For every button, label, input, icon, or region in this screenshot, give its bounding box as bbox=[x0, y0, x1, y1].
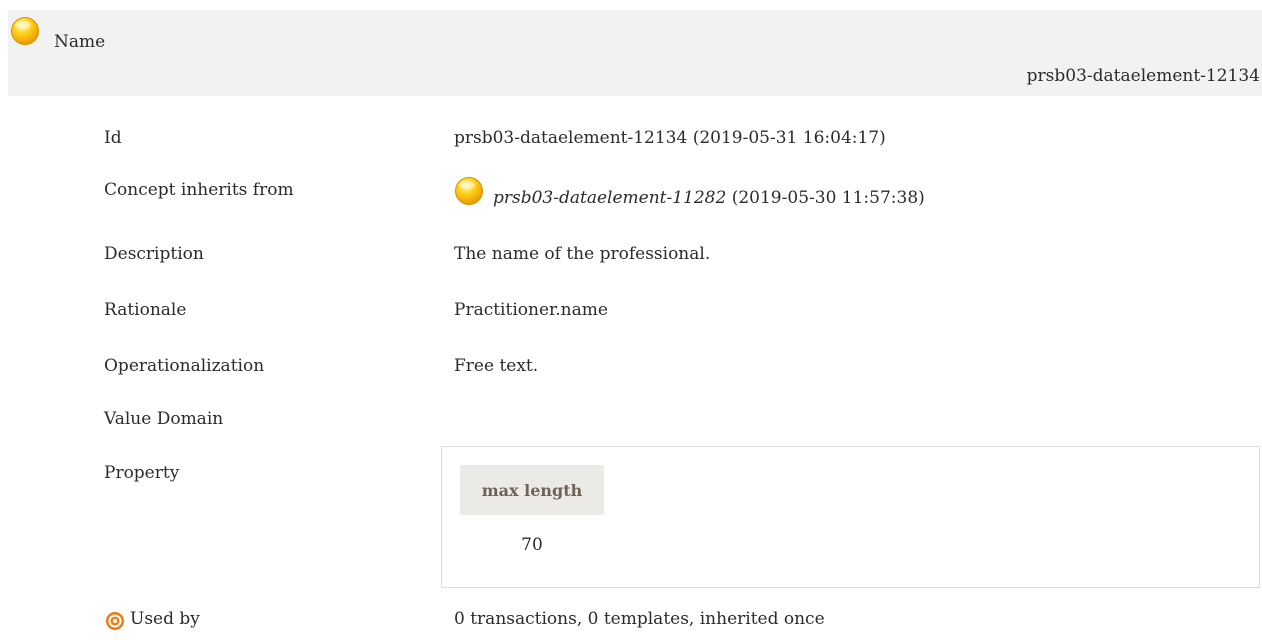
inherits-value: prsb03-dataelement-11282 (2019-05-30 11:… bbox=[493, 188, 925, 208]
id-label: Id bbox=[104, 128, 122, 148]
inherits-date: (2019-05-30 11:57:38) bbox=[726, 188, 925, 208]
target-icon bbox=[106, 612, 124, 630]
rationale-label: Rationale bbox=[104, 300, 187, 320]
property-value-max-length: 70 bbox=[521, 535, 543, 555]
inherits-link[interactable]: prsb03-dataelement-11282 bbox=[493, 188, 726, 208]
property-label: Property bbox=[104, 463, 180, 483]
value-domain-label: Value Domain bbox=[104, 409, 224, 429]
yellow-circle-icon bbox=[455, 177, 483, 205]
property-table: max length 70 bbox=[441, 446, 1260, 588]
rationale-value: Practitioner.name bbox=[454, 300, 608, 320]
id-value: prsb03-dataelement-12134 (2019-05-31 16:… bbox=[454, 128, 886, 148]
used-by-label: Used by bbox=[130, 609, 200, 629]
concept-header: Name prsb03-dataelement-12134 bbox=[8, 10, 1262, 96]
inherits-label: Concept inherits from bbox=[104, 180, 294, 200]
operationalization-label: Operationalization bbox=[104, 356, 265, 376]
operationalization-value: Free text. bbox=[454, 356, 539, 376]
property-header-max-length: max length bbox=[460, 465, 604, 515]
used-by-value: 0 transactions, 0 templates, inherited o… bbox=[454, 609, 825, 629]
concept-name: Name bbox=[54, 32, 106, 52]
yellow-circle-icon bbox=[11, 17, 39, 45]
concept-id: prsb03-dataelement-12134 bbox=[1026, 66, 1260, 86]
description-label: Description bbox=[104, 244, 204, 264]
description-value: The name of the professional. bbox=[454, 244, 711, 264]
